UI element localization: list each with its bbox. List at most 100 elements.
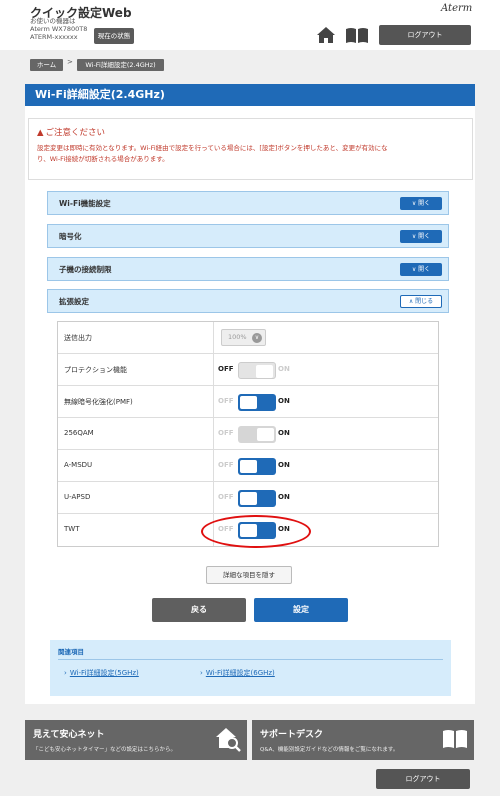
toggle-knob — [240, 492, 257, 505]
notice-body: 設定変更は即時に有効となります。Wi-Fi経由で設定を行っている場合には、[設定… — [37, 143, 467, 165]
manual-book-icon[interactable] — [345, 27, 369, 44]
amsdu-toggle[interactable] — [238, 458, 276, 475]
device-model: Aterm WX7800T8 — [30, 25, 88, 33]
section-label: 子機の接続制限 — [59, 265, 112, 274]
book-icon — [443, 730, 467, 748]
column-divider — [213, 354, 214, 385]
section-extended-settings[interactable]: 拡張設定 ∧ 閉じる — [47, 289, 449, 313]
qam256-toggle[interactable] — [238, 426, 276, 443]
support-desk-banner[interactable]: サポートデスク Q&A、機能別設定ガイドなどの情報をご覧になれます。 — [252, 720, 474, 760]
toggle-knob — [256, 365, 273, 378]
setting-row-pmf: 無線暗号化強化(PMF) OFF ON — [58, 386, 438, 418]
breadcrumb-separator: > — [67, 58, 73, 66]
protection-toggle[interactable] — [238, 362, 276, 379]
section-wifi-function[interactable]: Wi-Fi機能設定 ∨ 開く — [47, 191, 449, 215]
logout-button[interactable]: ログアウト — [379, 25, 471, 45]
save-button[interactable]: 設定 — [254, 598, 348, 622]
settings-table: 送信出力 100% ∨ プロテクション機能 OFF ON 無線暗号化強化(PMF… — [57, 321, 439, 547]
home-search-icon — [216, 728, 241, 752]
device-ssid: ATERM-xxxxxx — [30, 33, 78, 41]
toggle-on-label: ON — [278, 493, 290, 501]
setting-row-uapsd: U-APSD OFF ON — [58, 482, 438, 514]
section-label: 暗号化 — [59, 232, 82, 241]
button-label: 開く — [418, 200, 431, 207]
highlight-ellipse — [201, 515, 311, 548]
notice-title: ▲ ご注意ください — [37, 126, 105, 138]
brand-logo: Aterm — [441, 3, 473, 14]
safe-net-banner[interactable]: 見えて安心ネット 「こども安心ネットタイマー」などの設定はこちらから。 — [25, 720, 247, 760]
related-title: 関連項目 — [58, 648, 84, 656]
setting-row-tx-power: 送信出力 100% ∨ — [58, 322, 438, 354]
toggle-on-label: ON — [278, 461, 290, 469]
banner-subtitle: 「こども安心ネットタイマー」などの設定はこちらから。 — [33, 747, 177, 753]
section-label: Wi-Fi機能設定 — [59, 199, 111, 208]
setting-label: U-APSD — [64, 493, 91, 501]
toggle-off-label: OFF — [218, 461, 234, 469]
column-divider — [213, 482, 214, 513]
section-close-button[interactable]: ∧ 閉じる — [400, 295, 442, 308]
hide-details-button[interactable]: 詳細な項目を隠す — [206, 566, 292, 584]
column-divider — [213, 418, 214, 449]
setting-label: TWT — [64, 525, 80, 533]
button-label: 開く — [418, 233, 431, 240]
tx-power-select[interactable]: 100% ∨ — [221, 329, 266, 346]
toggle-knob — [240, 396, 257, 409]
related-items: 関連項目 › Wi-Fi詳細設定(5GHz) › Wi-Fi詳細設定(6GHz) — [50, 640, 451, 696]
link-text: Wi-Fi詳細設定(5GHz) — [69, 669, 139, 677]
toggle-knob — [240, 460, 257, 473]
link-text: Wi-Fi詳細設定(6GHz) — [205, 669, 275, 677]
notice-box: ▲ ご注意ください 設定変更は即時に有効となります。Wi-Fi経由で設定を行ってい… — [28, 118, 473, 180]
column-divider — [213, 450, 214, 481]
setting-row-amsdu: A-MSDU OFF ON — [58, 450, 438, 482]
setting-row-protection: プロテクション機能 OFF ON — [58, 354, 438, 386]
toggle-off-label: OFF — [218, 365, 234, 373]
bullet-icon: › — [200, 669, 203, 677]
status-button[interactable]: 現在の状態 — [94, 28, 134, 44]
section-encryption[interactable]: 暗号化 ∨ 開く — [47, 224, 449, 248]
notice-line: り、Wi-Fi接続が切断される場合があります。 — [37, 155, 169, 163]
setting-row-256qam: 256QAM OFF ON — [58, 418, 438, 450]
toggle-off-label: OFF — [218, 493, 234, 501]
home-icon[interactable] — [316, 26, 336, 44]
setting-label: 送信出力 — [64, 334, 92, 342]
column-divider — [213, 322, 214, 353]
toggle-on-label: ON — [278, 397, 290, 405]
section-open-button[interactable]: ∨ 開く — [400, 230, 442, 243]
section-label: 拡張設定 — [59, 297, 89, 306]
related-link-6ghz[interactable]: › Wi-Fi詳細設定(6GHz) — [200, 668, 275, 678]
button-label: 閉じる — [415, 298, 434, 305]
back-button[interactable]: 戻る — [152, 598, 246, 622]
setting-label: 無線暗号化強化(PMF) — [64, 398, 133, 406]
banner-title: 見えて安心ネット — [33, 730, 105, 740]
toggle-off-label: OFF — [218, 397, 234, 405]
setting-label: プロテクション機能 — [64, 366, 127, 374]
banner-title: サポートデスク — [260, 730, 324, 740]
toggle-on-label: ON — [278, 365, 290, 373]
column-divider — [213, 386, 214, 417]
select-value: 100% — [228, 333, 247, 341]
button-label: 開く — [418, 266, 431, 273]
related-link-5ghz[interactable]: › Wi-Fi詳細設定(5GHz) — [64, 668, 139, 678]
divider — [58, 659, 443, 660]
section-client-restriction[interactable]: 子機の接続制限 ∨ 開く — [47, 257, 449, 281]
logout-button-bottom[interactable]: ログアウト — [376, 769, 470, 789]
banner-subtitle: Q&A、機能別設定ガイドなどの情報をご覧になれます。 — [260, 747, 399, 753]
device-line: お使いの機器は — [30, 17, 76, 25]
setting-label: A-MSDU — [64, 461, 93, 469]
notice-line: 設定変更は即時に有効となります。Wi-Fi経由で設定を行っている場合には、[設定… — [37, 144, 388, 152]
setting-label: 256QAM — [64, 429, 94, 437]
device-info: お使いの機器は Aterm WX7800T8 ATERM-xxxxxx — [30, 17, 87, 41]
pmf-toggle[interactable] — [238, 394, 276, 411]
page: クイック設定Web お使いの機器は Aterm WX7800T8 ATERM-x… — [0, 0, 500, 796]
section-open-button[interactable]: ∨ 開く — [400, 263, 442, 276]
toggle-knob — [257, 428, 274, 441]
uapsd-toggle[interactable] — [238, 490, 276, 507]
toggle-off-label: OFF — [218, 429, 234, 437]
notice-title-text: ご注意ください — [45, 128, 106, 138]
chevron-down-icon: ∨ — [252, 333, 262, 343]
bullet-icon: › — [64, 669, 67, 677]
page-title: Wi-Fi詳細設定(2.4GHz) — [25, 84, 475, 106]
warning-icon: ▲ — [37, 128, 44, 138]
breadcrumb-home[interactable]: ホーム — [30, 59, 63, 71]
section-open-button[interactable]: ∨ 開く — [400, 197, 442, 210]
